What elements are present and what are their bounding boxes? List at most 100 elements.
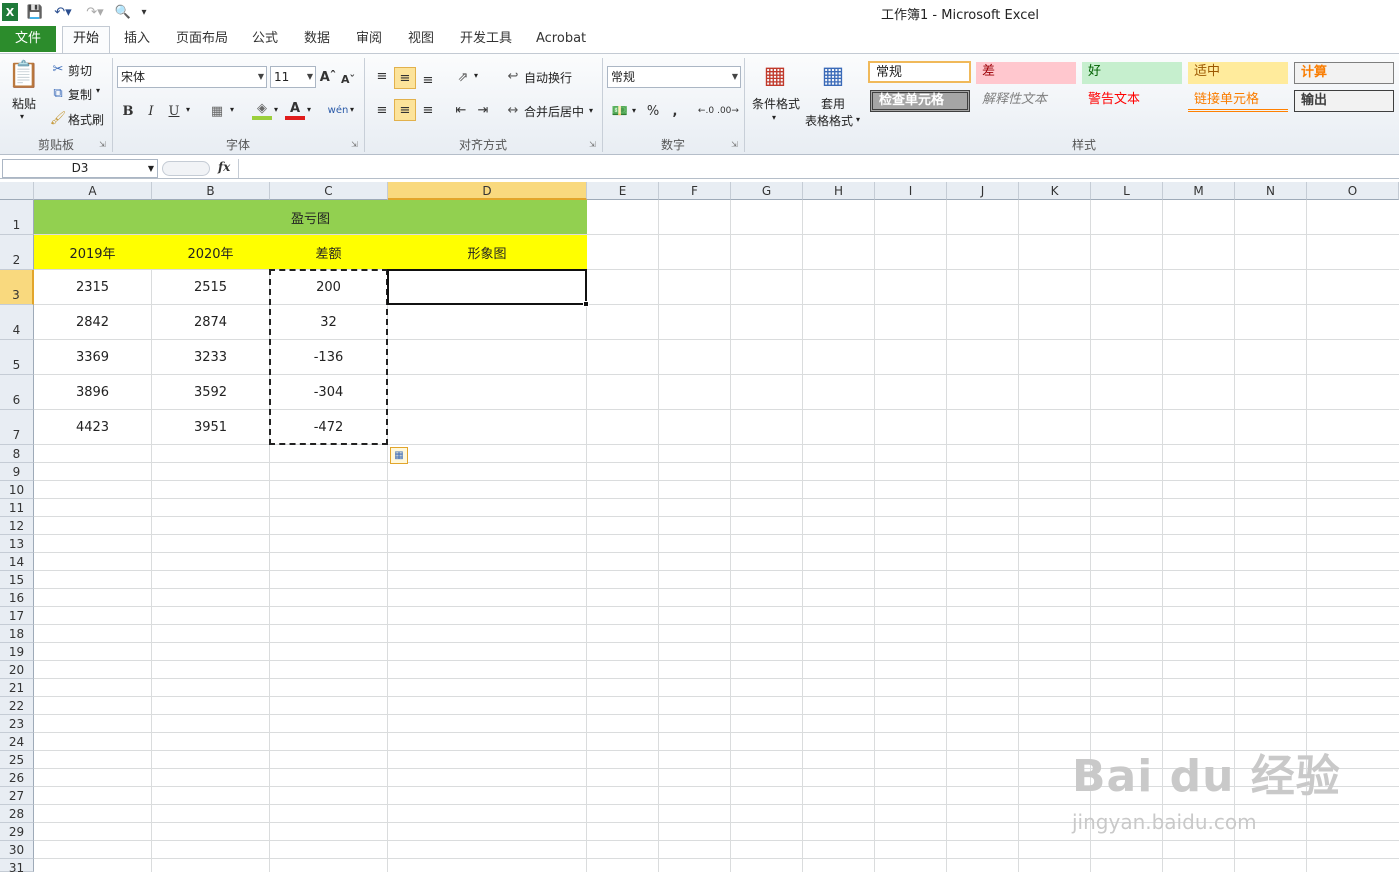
currency-dropdown-icon[interactable]: ▾ <box>632 106 636 115</box>
column-header-c[interactable]: C <box>270 182 388 200</box>
align-left-icon[interactable]: ≡ <box>372 100 392 120</box>
fill-handle[interactable] <box>583 301 589 307</box>
header-cell-2019[interactable]: 2019年 <box>34 235 151 269</box>
save-icon[interactable]: 💾 <box>26 3 44 21</box>
data-cell[interactable]: 2842 <box>34 305 151 339</box>
row-header-24[interactable]: 24 <box>0 733 34 751</box>
paste-button[interactable]: 粘贴 <box>12 95 36 112</box>
row-header-11[interactable]: 11 <box>0 499 34 517</box>
tab-data[interactable]: 数据 <box>296 28 338 52</box>
align-top-icon[interactable]: ≡ <box>372 66 392 86</box>
number-format-combo[interactable]: 常规 ▼ <box>607 66 741 88</box>
decrease-decimal-icon[interactable]: .00→ <box>717 101 739 121</box>
column-header-a[interactable]: A <box>34 182 152 200</box>
copy-icon[interactable]: ⧉ <box>50 85 66 101</box>
select-all-corner[interactable] <box>0 182 34 200</box>
increase-indent-icon[interactable]: ⇥ <box>474 100 492 120</box>
align-center-icon[interactable]: ≡ <box>394 99 416 121</box>
function-icon[interactable]: fx <box>218 160 230 174</box>
align-right-icon[interactable]: ≡ <box>418 100 438 120</box>
paste-icon[interactable]: 📋 <box>8 58 40 92</box>
alignment-launcher-icon[interactable]: ⇲ <box>589 140 596 149</box>
tab-acrobat[interactable]: Acrobat <box>528 28 594 52</box>
row-header-10[interactable]: 10 <box>0 481 34 499</box>
cut-icon[interactable]: ✂ <box>50 61 66 77</box>
row-header-12[interactable]: 12 <box>0 517 34 535</box>
header-cell-chart[interactable]: 形象图 <box>388 235 586 269</box>
data-cell[interactable]: 2315 <box>34 270 151 304</box>
column-header-m[interactable]: M <box>1163 182 1235 200</box>
column-header-j[interactable]: J <box>947 182 1019 200</box>
fill-dropdown-icon[interactable]: ▾ <box>274 105 278 114</box>
style-good[interactable]: 好 <box>1082 62 1182 84</box>
formula-input[interactable] <box>238 159 1399 178</box>
row-header-8[interactable]: 8 <box>0 445 34 463</box>
format-painter-icon[interactable]: 🖌 <box>50 110 67 126</box>
row-header-29[interactable]: 29 <box>0 823 34 841</box>
conditional-format-button[interactable]: 条件格式 <box>752 95 800 112</box>
percent-button[interactable]: % <box>644 101 662 121</box>
conditional-format-dropdown-icon[interactable]: ▾ <box>772 113 776 122</box>
underline-dropdown-icon[interactable]: ▾ <box>186 105 190 114</box>
table-format-dropdown-icon[interactable]: ▾ <box>856 115 860 124</box>
phonetic-dropdown-icon[interactable]: ▾ <box>350 105 354 114</box>
column-header-l[interactable]: L <box>1091 182 1163 200</box>
column-header-n[interactable]: N <box>1235 182 1307 200</box>
table-format-label-1[interactable]: 套用 <box>821 95 845 112</box>
tab-file[interactable]: 文件 <box>0 26 56 52</box>
phonetic-icon[interactable]: wén <box>328 100 349 120</box>
borders-dropdown-icon[interactable]: ▾ <box>230 105 234 114</box>
column-header-d[interactable]: D <box>388 182 587 200</box>
formula-bar-expander[interactable] <box>162 161 210 176</box>
row-header-23[interactable]: 23 <box>0 715 34 733</box>
tab-formulas[interactable]: 公式 <box>244 28 286 52</box>
tab-review[interactable]: 审阅 <box>348 28 390 52</box>
customize-toolbar-icon[interactable]: ▾ <box>137 3 151 21</box>
underline-button[interactable]: U <box>166 101 182 121</box>
conditional-format-icon[interactable]: ▦ <box>758 58 792 92</box>
row-header-2[interactable]: 2 <box>0 235 34 270</box>
redo-icon[interactable]: ↷▾ <box>82 3 108 21</box>
row-header-30[interactable]: 30 <box>0 841 34 859</box>
row-header-9[interactable]: 9 <box>0 463 34 481</box>
data-cell[interactable]: 3369 <box>34 340 151 374</box>
merge-center-icon[interactable]: ↔ <box>504 101 522 119</box>
name-box[interactable]: D3 ▼ <box>2 159 158 178</box>
row-header-21[interactable]: 21 <box>0 679 34 697</box>
data-cell[interactable]: 3951 <box>152 410 269 444</box>
tab-view[interactable]: 视图 <box>400 28 442 52</box>
merge-dropdown-icon[interactable]: ▾ <box>589 106 593 115</box>
row-header-20[interactable]: 20 <box>0 661 34 679</box>
align-bottom-icon[interactable]: ≡ <box>418 70 438 90</box>
style-normal[interactable]: 常规 <box>868 61 971 83</box>
increase-decimal-icon[interactable]: ←.0 <box>696 101 716 121</box>
clipboard-launcher-icon[interactable]: ⇲ <box>99 140 106 149</box>
row-header-14[interactable]: 14 <box>0 553 34 571</box>
data-cell[interactable]: 3592 <box>152 375 269 409</box>
orientation-dropdown-icon[interactable]: ▾ <box>474 71 478 80</box>
tab-home[interactable]: 开始 <box>62 26 110 54</box>
column-header-g[interactable]: G <box>731 182 803 200</box>
style-bad[interactable]: 差 <box>976 62 1076 84</box>
column-header-b[interactable]: B <box>152 182 270 200</box>
style-output[interactable]: 输出 <box>1294 90 1394 112</box>
italic-button[interactable]: I <box>143 101 159 121</box>
data-cell[interactable]: 2874 <box>152 305 269 339</box>
undo-icon[interactable]: ↶▾ <box>50 3 76 21</box>
paste-options-icon[interactable]: ▦ <box>390 447 408 464</box>
currency-icon[interactable]: 💵 <box>610 101 630 121</box>
column-header-k[interactable]: K <box>1019 182 1091 200</box>
row-header-28[interactable]: 28 <box>0 805 34 823</box>
style-neutral[interactable]: 适中 <box>1188 62 1288 84</box>
comma-button[interactable]: , <box>668 101 682 121</box>
row-header-5[interactable]: 5 <box>0 340 34 375</box>
tab-page-layout[interactable]: 页面布局 <box>168 28 236 52</box>
row-header-16[interactable]: 16 <box>0 589 34 607</box>
column-header-e[interactable]: E <box>587 182 659 200</box>
paste-dropdown-icon[interactable]: ▾ <box>20 112 24 121</box>
column-header-i[interactable]: I <box>875 182 947 200</box>
wrap-text-button[interactable]: 自动换行 <box>524 69 572 86</box>
row-header-1[interactable]: 1 <box>0 200 34 235</box>
font-launcher-icon[interactable]: ⇲ <box>351 140 358 149</box>
merge-center-button[interactable]: 合并后居中 <box>524 103 584 120</box>
